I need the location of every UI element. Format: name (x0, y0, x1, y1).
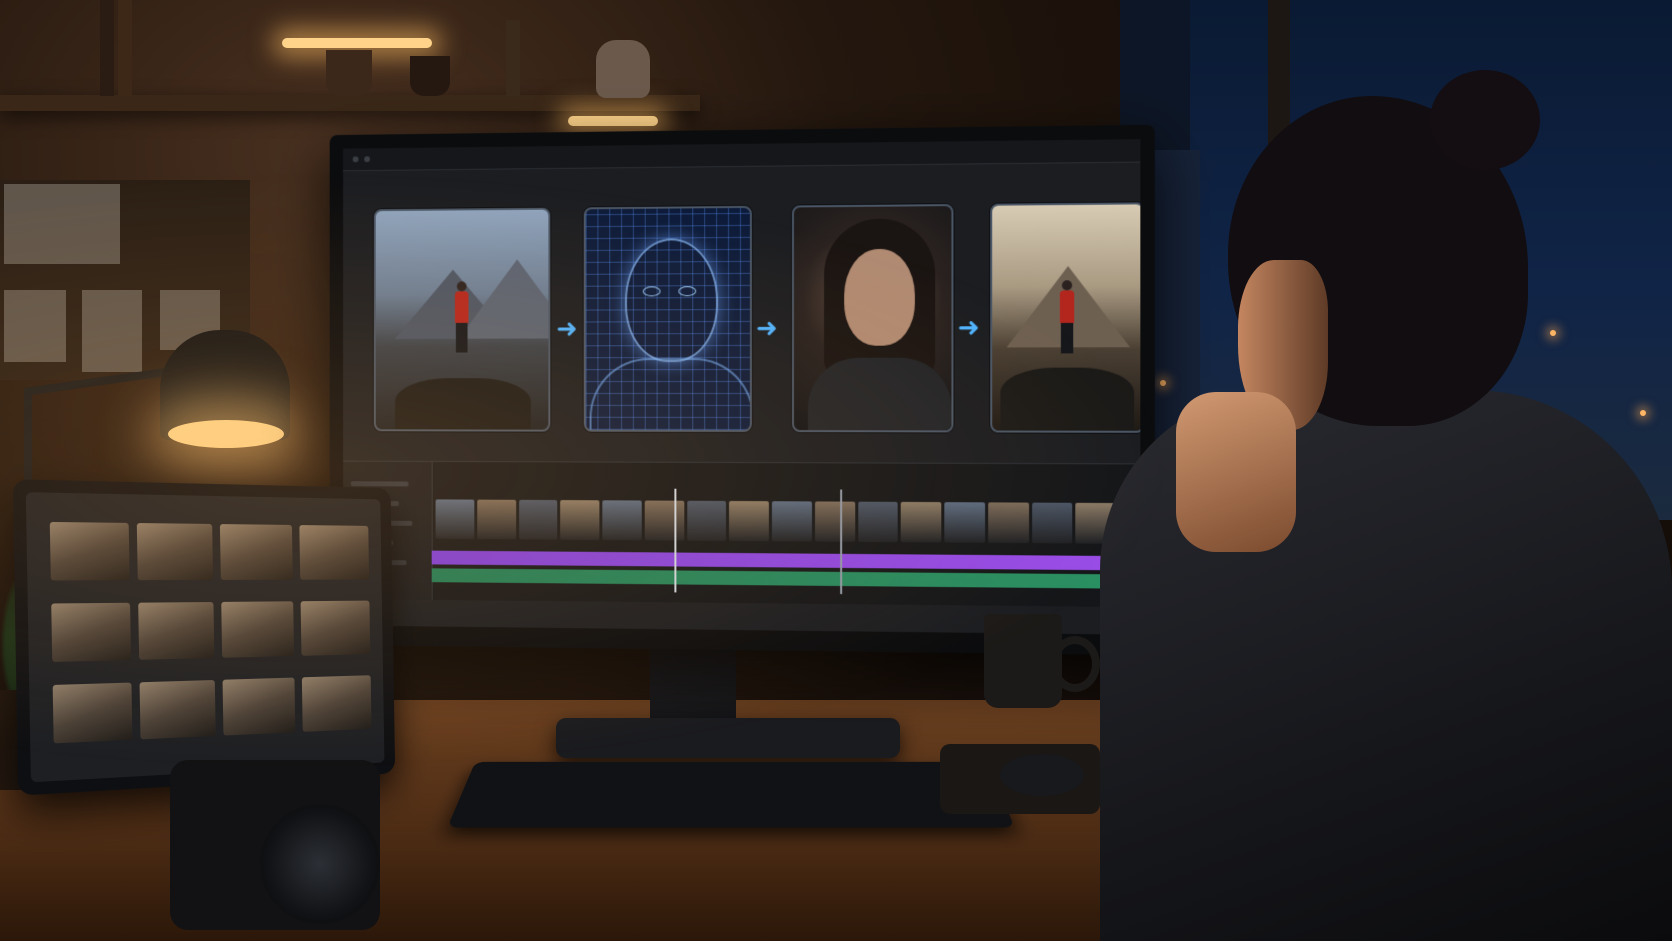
video-timeline[interactable] (343, 460, 1141, 608)
clip-thumbnail[interactable] (771, 501, 812, 542)
timeline-track-purple[interactable] (431, 550, 1130, 571)
app-title-bar (343, 139, 1141, 172)
tablet (12, 479, 396, 796)
wireframe-shoulders (589, 357, 752, 433)
tablet-image-tile[interactable] (300, 600, 371, 656)
person-hand (1176, 392, 1296, 552)
wall-shelf (0, 95, 700, 111)
clip-thumbnail[interactable] (987, 502, 1029, 544)
clip-thumbnail[interactable] (476, 499, 516, 540)
arrow-right-icon: ➜ (556, 314, 578, 345)
shelf-light (282, 38, 432, 48)
playhead-marker (840, 489, 843, 595)
clip-thumbnail[interactable] (729, 500, 769, 542)
tablet-image-tile[interactable] (219, 524, 293, 580)
lamp-glow (168, 420, 284, 448)
monitor: ➜ ➜ ➜ (329, 124, 1155, 656)
hiker-figure-legs (455, 322, 468, 353)
monitor-stand-neck (650, 640, 736, 730)
person-hair-bun (1430, 70, 1540, 170)
clip-thumbnail[interactable] (944, 502, 985, 543)
hiker-figure-head (1061, 280, 1073, 291)
tablet-image-tile[interactable] (52, 682, 133, 744)
timeline-track-green[interactable] (431, 568, 1130, 589)
clip-thumbnail[interactable] (518, 499, 558, 540)
shelf-figurine (596, 40, 650, 98)
clip-thumbnail-strip[interactable] (343, 462, 1140, 544)
shelf-book (118, 0, 132, 96)
clip-thumbnail[interactable] (857, 501, 898, 543)
rock-outcrop (394, 378, 531, 432)
tablet-image-tile[interactable] (51, 602, 132, 662)
clip-thumbnail[interactable] (900, 501, 942, 543)
wireframe-eye (678, 286, 697, 297)
arrow-right-icon: ➜ (957, 313, 980, 344)
clip-thumbnail[interactable] (644, 500, 684, 541)
tablet-image-tile[interactable] (299, 525, 370, 580)
wireframe-face (624, 238, 719, 363)
clip-thumbnail[interactable] (435, 499, 475, 540)
mountain-shape (458, 259, 551, 339)
city-light (1640, 410, 1646, 416)
keyboard[interactable] (447, 761, 1015, 828)
tablet-image-tile[interactable] (139, 679, 216, 740)
hiker-figure-legs (1060, 322, 1074, 354)
track-header[interactable] (350, 481, 409, 487)
pinned-sketch (4, 290, 66, 362)
wireframe-eye (642, 286, 661, 297)
monitor-stand-base (556, 718, 900, 758)
hiker-figure-head (456, 281, 467, 292)
storyboard-panel-landscape[interactable] (373, 207, 551, 432)
pinned-sketch (82, 290, 142, 372)
window-control-icon[interactable] (352, 156, 359, 163)
portrait-face (844, 248, 915, 346)
tablet-image-tile[interactable] (222, 677, 296, 736)
tablet-image-tile[interactable] (136, 523, 214, 581)
window-control-icon[interactable] (364, 156, 370, 163)
arrow-right-icon: ➜ (755, 313, 778, 344)
clip-thumbnail[interactable] (814, 501, 855, 542)
city-light (1550, 330, 1556, 336)
playhead[interactable] (674, 488, 677, 593)
tablet-image-tile[interactable] (49, 521, 130, 581)
clip-thumbnail[interactable] (602, 500, 642, 541)
tablet-screen (25, 492, 385, 783)
clip-thumbnail[interactable] (1031, 502, 1073, 544)
tablet-image-tile[interactable] (301, 675, 372, 732)
storyboard-panel-face-wireframe[interactable] (583, 205, 752, 433)
hiker-figure-jacket (1059, 290, 1075, 325)
tablet-image-tile[interactable] (138, 602, 215, 660)
portrait-body (807, 357, 952, 433)
shelf-book (506, 20, 520, 96)
shelf-light (568, 116, 658, 126)
mouse[interactable] (1000, 754, 1084, 796)
clip-thumbnail[interactable] (560, 500, 600, 541)
monitor-screen: ➜ ➜ ➜ (343, 139, 1141, 635)
clip-thumbnail[interactable] (686, 500, 727, 541)
pinned-sketch (4, 184, 120, 264)
shelf-vase (410, 56, 450, 96)
camera-lens (260, 804, 380, 924)
scene: ➜ ➜ ➜ (0, 0, 1672, 941)
storyboard-panel-final[interactable] (990, 202, 1141, 433)
storyboard-panel-portrait[interactable] (791, 204, 954, 433)
mug-handle (1050, 636, 1100, 692)
shelf-book (100, 0, 114, 96)
tablet-image-tile[interactable] (221, 601, 295, 658)
hiker-figure-jacket (454, 291, 469, 325)
rock-outcrop (1000, 367, 1135, 431)
city-light (1160, 380, 1166, 386)
shelf-vase (326, 50, 372, 96)
